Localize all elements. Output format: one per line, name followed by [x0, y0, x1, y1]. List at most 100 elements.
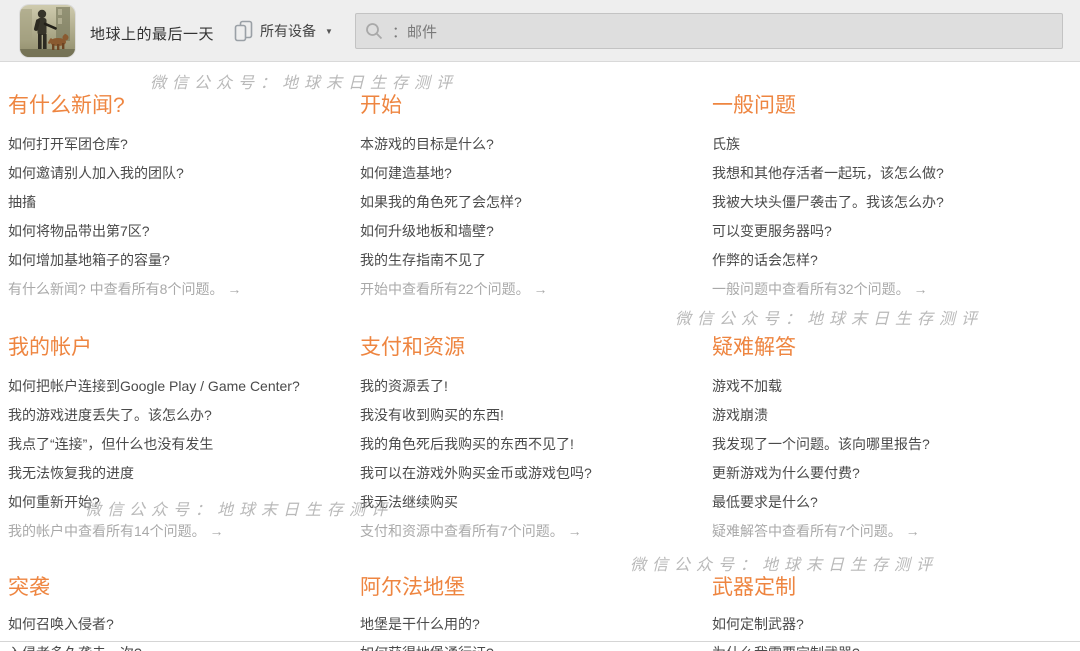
faq-question-row: 最低要求是什么? [712, 487, 1044, 516]
view-all-link[interactable]: 一般问题中查看所有32个问题。 → [712, 281, 927, 297]
faq-question-link[interactable]: 如何升级地板和墙壁? [360, 221, 494, 241]
faq-section: 疑难解答 游戏不加载游戏崩溃我发现了一个问题。该向哪里报告? 更新游戏为什么要付费… [712, 335, 1044, 575]
faq-question-link[interactable]: 我的角色死后我购买的东西不见了! [360, 434, 574, 454]
faq-question-link[interactable]: 我的游戏进度丢失了。该怎么办? [8, 405, 212, 425]
faq-question-link[interactable]: 我可以在游戏外购买金币或游戏包吗? [360, 463, 592, 483]
faq-question-link[interactable]: 如何建造基地? [360, 163, 452, 183]
faq-section-title[interactable]: 支付和资源 [360, 335, 692, 361]
view-all-link[interactable]: 有什么新闻? 中查看所有8个问题。 → [8, 281, 241, 297]
main-content: 有什么新闻? 如何打开军团仓库? 如何邀请别人加入我的团队? 抽搐如何将物品带出第7… [0, 62, 1080, 651]
view-all-row: 一般问题中查看所有32个问题。 → [712, 279, 1044, 300]
faq-question-link[interactable]: 为什么我需要定制武器? [712, 643, 860, 651]
view-all-link[interactable]: 我的帐户中查看所有14个问题。 → [8, 523, 223, 539]
faq-question-link[interactable]: 我发现了一个问题。该向哪里报告? [712, 434, 930, 454]
faq-question-list: 如何打开军团仓库? 如何邀请别人加入我的团队? 抽搐如何将物品带出第7区? 如何增加基… [8, 129, 340, 274]
game-app-icon [20, 5, 75, 57]
faq-question-row: 如果我的角色死了会怎样? [360, 187, 692, 216]
faq-question-row: 入侵者多久袭击一次? [8, 638, 340, 651]
faq-question-link[interactable]: 如何召唤入侵者? [8, 614, 114, 634]
faq-section-title[interactable]: 开始 [360, 93, 692, 119]
faq-question-row: 我的角色死后我购买的东西不见了! [360, 429, 692, 458]
faq-section: 支付和资源 我的资源丢了! 我没有收到购买的东西! 我的角色死后我购买的东西不见了!… [360, 335, 692, 575]
faq-question-row: 抽搐 [8, 187, 340, 216]
faq-question-row: 如何将物品带出第7区? [8, 216, 340, 245]
faq-question-list: 我的资源丢了! 我没有收到购买的东西! 我的角色死后我购买的东西不见了! 我可以在游戏… [360, 371, 692, 516]
faq-question-row: 我的游戏进度丢失了。该怎么办? [8, 400, 340, 429]
faq-question-link[interactable]: 入侵者多久袭击一次? [8, 643, 142, 651]
faq-question-row: 地堡是干什么用的? [360, 609, 692, 638]
faq-question-link[interactable]: 抽搐 [8, 192, 36, 212]
faq-question-link[interactable]: 作弊的话会怎样? [712, 250, 818, 270]
faq-section: 有什么新闻? 如何打开军团仓库? 如何邀请别人加入我的团队? 抽搐如何将物品带出第7… [8, 93, 340, 335]
faq-question-link[interactable]: 如何邀请别人加入我的团队? [8, 163, 184, 183]
faq-question-link[interactable]: 更新游戏为什么要付费? [712, 463, 860, 483]
faq-question-link[interactable]: 最低要求是什么? [712, 492, 818, 512]
faq-question-link[interactable]: 我想和其他存活者一起玩，该怎么做? [712, 163, 944, 183]
faq-question-link[interactable]: 如何将物品带出第7区? [8, 221, 150, 241]
faq-question-row: 我的资源丢了! [360, 371, 692, 400]
view-all-row: 疑难解答中查看所有7个问题。 → [712, 521, 1044, 542]
faq-question-row: 游戏不加载 [712, 371, 1044, 400]
faq-question-row: 我无法恢复我的进度 [8, 458, 340, 487]
faq-question-link[interactable]: 我没有收到购买的东西! [360, 405, 504, 425]
faq-question-row: 作弊的话会怎样? [712, 245, 1044, 274]
faq-question-link[interactable]: 如何增加基地箱子的容量? [8, 250, 170, 270]
faq-section: 我的帐户 如何把帐户连接到Google Play / Game Center? 我… [8, 335, 340, 575]
faq-question-link[interactable]: 氏族 [712, 134, 740, 154]
faq-grid: 有什么新闻? 如何打开军团仓库? 如何邀请别人加入我的团队? 抽搐如何将物品带出第7… [8, 93, 1080, 651]
faq-question-link[interactable]: 如何获得地堡通行证? [360, 643, 494, 651]
faq-question-link[interactable]: 我无法继续购买 [360, 492, 458, 512]
header: 地球上的最后一天 所有设备 ▼ [0, 0, 1080, 62]
faq-question-link[interactable]: 如何定制武器? [712, 614, 804, 634]
view-all-link[interactable]: 疑难解答中查看所有7个问题。 → [712, 523, 920, 539]
faq-question-row: 我无法继续购买 [360, 487, 692, 516]
faq-question-row: 我点了“连接”，但什么也没有发生 [8, 429, 340, 458]
faq-question-link[interactable]: 我被大块头僵尸袭击了。我该怎么办? [712, 192, 944, 212]
faq-question-link[interactable]: 我的资源丢了! [360, 376, 448, 396]
faq-section-title[interactable]: 突袭 [8, 575, 340, 601]
faq-question-list: 游戏不加载游戏崩溃我发现了一个问题。该向哪里报告? 更新游戏为什么要付费? 最低要求… [712, 371, 1044, 516]
faq-section-title[interactable]: 我的帐户 [8, 335, 340, 361]
faq-question-row: 如何建造基地? [360, 158, 692, 187]
faq-section-title[interactable]: 武器定制 [712, 575, 1044, 601]
faq-question-link[interactable]: 游戏崩溃 [712, 405, 768, 425]
faq-question-link[interactable]: 我的生存指南不见了 [360, 250, 486, 270]
faq-question-row: 如何召唤入侵者? [8, 609, 340, 638]
faq-question-link[interactable]: 如何打开军团仓库? [8, 134, 128, 154]
faq-question-link[interactable]: 游戏不加载 [712, 376, 782, 396]
faq-question-row: 游戏崩溃 [712, 400, 1044, 429]
faq-section: 武器定制 如何定制武器? 为什么我需要定制武器? [712, 575, 1044, 651]
faq-question-link[interactable]: 我无法恢复我的进度 [8, 463, 134, 483]
faq-section-title[interactable]: 疑难解答 [712, 335, 1044, 361]
view-all-row: 支付和资源中查看所有7个问题。 → [360, 521, 692, 542]
search-input[interactable] [355, 13, 1063, 49]
faq-section-title[interactable]: 有什么新闻? [8, 93, 340, 119]
faq-question-link[interactable]: 我点了“连接”，但什么也没有发生 [8, 434, 213, 454]
faq-question-row: 如何定制武器? [712, 609, 1044, 638]
faq-question-row: 我被大块头僵尸袭击了。我该怎么办? [712, 187, 1044, 216]
faq-question-row: 如何重新开始? [8, 487, 340, 516]
faq-question-row: 如何邀请别人加入我的团队? [8, 158, 340, 187]
faq-question-link[interactable]: 如何重新开始? [8, 492, 100, 512]
faq-question-row: 更新游戏为什么要付费? [712, 458, 1044, 487]
faq-question-link[interactable]: 地堡是干什么用的? [360, 614, 480, 634]
faq-question-link[interactable]: 本游戏的目标是什么? [360, 134, 494, 154]
device-filter-dropdown[interactable]: 所有设备 ▼ [234, 20, 333, 42]
view-all-link[interactable]: 支付和资源中查看所有7个问题。 → [360, 523, 582, 539]
faq-question-row: 我可以在游戏外购买金币或游戏包吗? [360, 458, 692, 487]
view-all-row: 有什么新闻? 中查看所有8个问题。 → [8, 279, 340, 300]
device-filter-label: 所有设备 [260, 23, 316, 39]
faq-question-link[interactable]: 可以变更服务器吗? [712, 221, 832, 241]
faq-question-list: 氏族我想和其他存活者一起玩，该怎么做? 我被大块头僵尸袭击了。我该怎么办? 可以变更… [712, 129, 1044, 274]
view-all-link[interactable]: 开始中查看所有22个问题。 → [360, 281, 547, 297]
faq-question-row: 如何升级地板和墙壁? [360, 216, 692, 245]
faq-section-title[interactable]: 一般问题 [712, 93, 1044, 119]
faq-question-row: 如何增加基地箱子的容量? [8, 245, 340, 274]
faq-question-list: 如何定制武器? 为什么我需要定制武器? [712, 609, 1044, 651]
faq-question-link[interactable]: 如何把帐户连接到Google Play / Game Center? [8, 376, 300, 396]
view-all-row: 开始中查看所有22个问题。 → [360, 279, 692, 300]
chevron-down-icon: ▼ [325, 26, 333, 36]
faq-question-list: 如何把帐户连接到Google Play / Game Center? 我的游戏进度… [8, 371, 340, 516]
faq-section-title[interactable]: 阿尔法地堡 [360, 575, 692, 601]
faq-question-link[interactable]: 如果我的角色死了会怎样? [360, 192, 522, 212]
